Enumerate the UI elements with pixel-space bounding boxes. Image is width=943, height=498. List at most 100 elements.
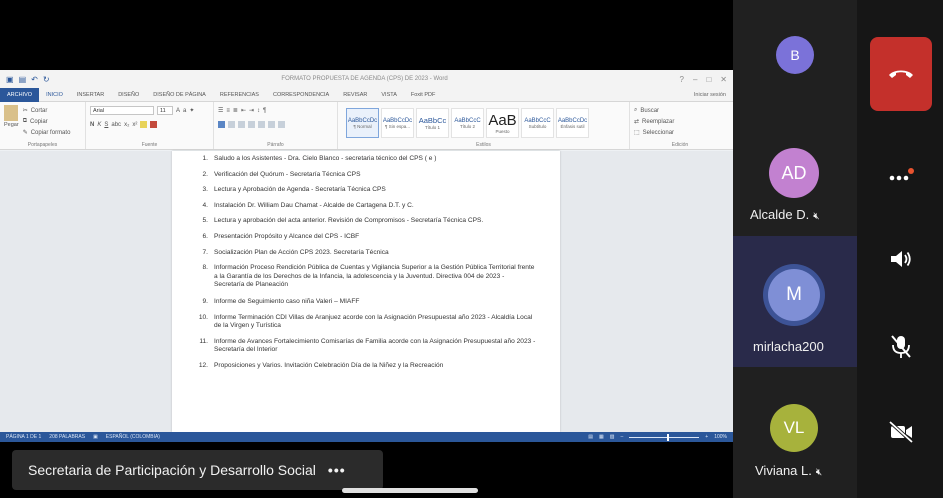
presenter-banner: Secretaria de Participación y Desarrollo… <box>12 450 383 490</box>
increase-indent-icon[interactable]: ⇥ <box>249 107 254 114</box>
align-right-icon[interactable] <box>238 121 245 128</box>
agenda-item-text: Presentación Propósito y Alcance del CPS… <box>214 232 360 240</box>
help-icon[interactable]: ? <box>680 75 684 84</box>
zoom-slider[interactable] <box>629 433 700 441</box>
proofing-icon[interactable]: ▣ <box>93 434 98 440</box>
undo-icon[interactable]: ↶ <box>31 75 38 84</box>
sort-icon[interactable]: ↕ <box>257 108 260 114</box>
select-button[interactable]: ⬚ Seleccionar <box>634 127 726 138</box>
language[interactable]: ESPAÑOL (COLOMBIA) <box>106 434 160 440</box>
copy-button[interactable]: ⧉ Copiar <box>23 116 71 127</box>
style-title[interactable]: AaB Puesto <box>486 108 519 138</box>
avatar[interactable]: M <box>768 269 820 321</box>
agenda-item-text: Lectura y aprobación del acta anterior. … <box>214 217 484 225</box>
tab-design[interactable]: DISEÑO <box>111 92 146 98</box>
style-no-spacing[interactable]: AaBbCcDc ¶ Sin espa... <box>381 108 414 138</box>
web-layout-icon[interactable]: ▧ <box>610 434 615 440</box>
numbering-icon[interactable]: ≡ <box>226 108 230 114</box>
zoom-in-icon[interactable]: + <box>705 434 708 440</box>
agenda-item-text: Socialización Plan de Acción CPS 2023. S… <box>214 248 389 256</box>
cut-button[interactable]: ✂ Cortar <box>23 105 71 116</box>
find-button[interactable]: ⌕ Buscar <box>634 105 726 116</box>
hang-up-button[interactable] <box>870 37 932 111</box>
superscript-icon[interactable]: x² <box>132 122 137 128</box>
word-count[interactable]: 208 PALABRAS <box>49 434 85 440</box>
justify-icon[interactable] <box>248 121 255 128</box>
agenda-item: 1. Saludo a los Asistentes - Dra. Cielo B… <box>198 155 536 163</box>
save-icon[interactable]: ▤ <box>19 75 27 84</box>
participant-name-alcalde: Alcalde D. 🔇︎ <box>750 207 820 222</box>
paste-icon <box>4 105 19 121</box>
more-options-button[interactable] <box>870 160 932 190</box>
tab-insert[interactable]: INSERTAR <box>70 92 111 98</box>
line-spacing-icon[interactable] <box>258 121 265 128</box>
presenter-more-button[interactable]: ••• <box>328 462 346 478</box>
home-indicator[interactable] <box>342 488 478 493</box>
italic-icon[interactable]: K <box>97 122 101 128</box>
tab-home[interactable]: INICIO <box>39 92 70 98</box>
agenda-item-number: 5. <box>202 217 209 225</box>
agenda-item-text: Informe de Seguimiento caso niña Valeri … <box>214 298 360 306</box>
font-color-icon[interactable] <box>150 121 158 128</box>
tab-foxit[interactable]: Foxit PDF <box>404 92 442 98</box>
grow-font-icon[interactable]: A <box>176 108 180 114</box>
print-layout-icon[interactable]: ▦ <box>599 434 604 440</box>
agenda-item-text: Informe Terminación CDI Villas de Aranju… <box>214 313 533 330</box>
page-count[interactable]: PÁGINA 1 DE 1 <box>6 434 41 440</box>
agenda-item-number: 1. <box>202 155 209 162</box>
style-heading-2[interactable]: AaBbCcC Título 2 <box>451 108 484 138</box>
microphone-button[interactable] <box>870 327 932 367</box>
paragraph-group-label: Párrafo <box>267 142 284 148</box>
avatar[interactable]: AD <box>769 148 819 198</box>
speaker-button[interactable] <box>870 242 932 276</box>
agenda-item-text: Informe de Avances Fortalecimiento Comis… <box>214 337 536 354</box>
document-area[interactable]: 1. Saludo a los Asistentes - Dra. Cielo B… <box>0 151 733 432</box>
zoom-out-icon[interactable]: – <box>621 434 624 440</box>
bullets-icon[interactable]: ☰ <box>218 107 223 114</box>
avatar[interactable]: B <box>776 36 814 74</box>
sign-in-link[interactable]: Iniciar sesión <box>687 92 733 98</box>
replace-icon: ⇄ <box>634 119 640 125</box>
tab-review[interactable]: REVISAR <box>336 92 374 98</box>
minimize-icon[interactable]: – <box>693 75 697 84</box>
style-heading-1[interactable]: AaBbCc Título 1 <box>416 108 449 138</box>
pilcrow-icon[interactable]: ¶ <box>263 108 266 114</box>
tab-file[interactable]: ARCHIVO <box>0 87 40 102</box>
agenda-item: 10. Informe Terminación CDI Villas de Ara… <box>198 314 536 331</box>
borders-icon[interactable] <box>278 121 285 128</box>
align-center-icon[interactable] <box>228 121 235 128</box>
tab-view[interactable]: VISTA <box>374 92 404 98</box>
replace-button[interactable]: ⇄ Reemplazar <box>634 116 726 127</box>
document-page[interactable]: 1. Saludo a los Asistentes - Dra. Cielo B… <box>172 151 560 432</box>
underline-icon[interactable]: S <box>104 122 108 128</box>
style-subtitle[interactable]: AaBbCcC Subtítulo <box>521 108 554 138</box>
clear-format-icon[interactable]: ✦ <box>189 107 194 114</box>
read-mode-icon[interactable]: ▤ <box>588 434 593 440</box>
font-name-select[interactable]: Arial <box>90 106 154 115</box>
style-normal[interactable]: AaBbCcDc ¶ Normal <box>346 108 379 138</box>
multilevel-icon[interactable]: ≣ <box>233 107 238 114</box>
redo-icon[interactable]: ↻ <box>43 75 50 84</box>
video-button[interactable] <box>870 412 932 452</box>
agenda-item: 8. Información Proceso Rendición Pública … <box>198 264 536 289</box>
format-painter-button[interactable]: ✎ Copiar formato <box>23 127 71 138</box>
paste-button[interactable]: Pegar <box>4 105 19 138</box>
shrink-font-icon[interactable]: a <box>183 108 186 114</box>
tab-page-layout[interactable]: DISEÑO DE PÁGINA <box>146 92 213 98</box>
close-icon[interactable]: ✕ <box>720 75 727 84</box>
zoom-level[interactable]: 100% <box>714 434 727 440</box>
style-subtle-emphasis[interactable]: AaBbCcDc Énfasis sutil <box>556 108 589 138</box>
align-left-icon[interactable] <box>218 121 225 128</box>
subscript-icon[interactable]: x₂ <box>124 122 129 128</box>
maximize-icon[interactable]: □ <box>706 75 711 84</box>
font-size-select[interactable]: 11 <box>157 106 173 115</box>
strike-icon[interactable]: abc <box>111 122 121 128</box>
bold-icon[interactable]: N <box>90 122 94 128</box>
agenda-item-number: 12. <box>198 361 208 369</box>
tab-mailings[interactable]: CORRESPONDENCIA <box>266 92 336 98</box>
decrease-indent-icon[interactable]: ⇤ <box>241 107 246 114</box>
avatar[interactable]: VL <box>770 404 818 452</box>
highlight-icon[interactable] <box>140 121 148 128</box>
tab-references[interactable]: REFERENCIAS <box>213 92 266 98</box>
shading-icon[interactable] <box>268 121 275 128</box>
